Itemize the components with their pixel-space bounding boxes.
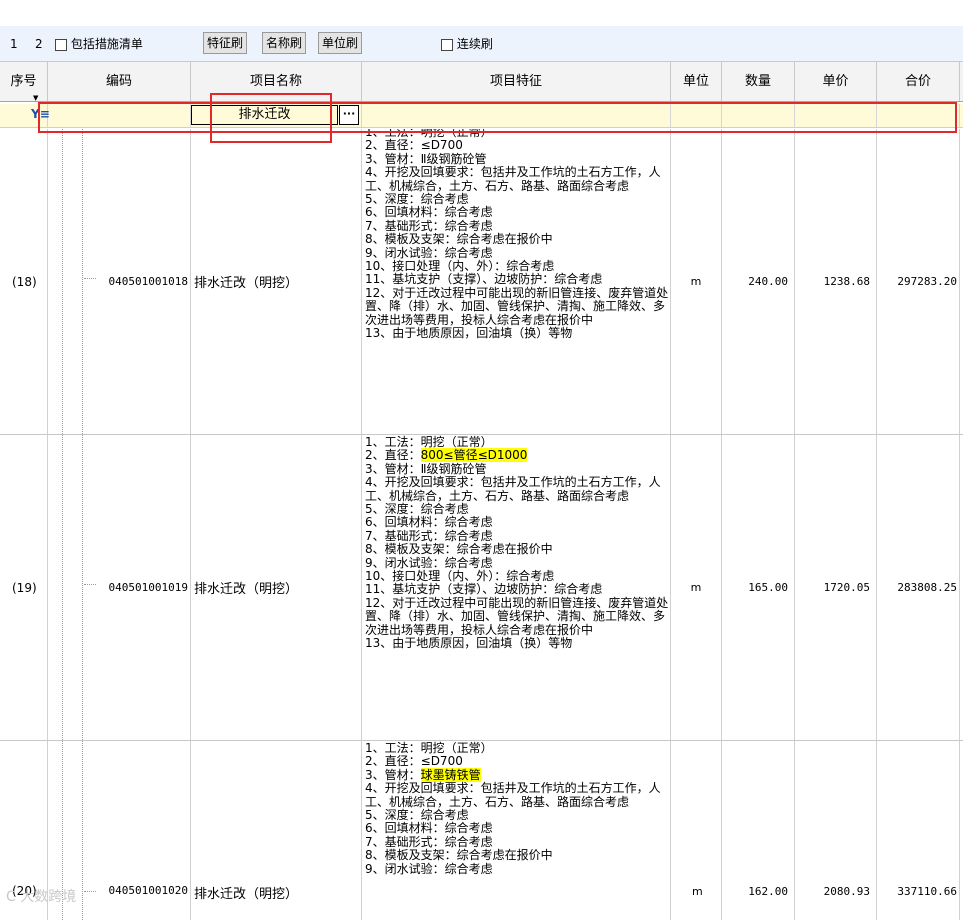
- feature-line: 1、工法：明挖（正常）: [365, 741, 493, 755]
- feature-text: 1、工法：明挖（正常） 2、直径：800≤管径≤D1000 3、管材：Ⅱ级钢筋砼…: [364, 435, 671, 651]
- price-cell: 1720.05: [795, 435, 877, 740]
- feature-rest: 4、开挖及回填要求：包括井及工作坑的土石方工作，人工、机械综合，土方、石方、路基…: [365, 781, 661, 876]
- annotation-box-name: [210, 93, 332, 143]
- checkbox-box[interactable]: [441, 38, 453, 51]
- price-cell-wrap: 2080.93: [795, 741, 877, 920]
- unit-cell: m: [671, 435, 722, 740]
- feature-line: 1、工法：明挖（正常）: [365, 435, 493, 449]
- price-cell: 2080.93: [823, 885, 870, 898]
- toolbar: 1 2 包括措施清单 特征刷 名称刷 单位刷 连续刷: [0, 26, 963, 62]
- unit-cell-wrap: m: [671, 741, 722, 920]
- name-cell: 排水迁改（明挖）: [191, 435, 362, 740]
- qty-cell: 162.00: [748, 885, 788, 898]
- checkbox-box[interactable]: [55, 38, 67, 51]
- col-header-feature[interactable]: 项目特征: [362, 62, 671, 101]
- unit-brush-button[interactable]: 单位刷: [318, 32, 363, 54]
- feature-brush-button[interactable]: 特征刷: [203, 32, 248, 54]
- name-cell-wrap: 排水迁改（明挖）: [191, 741, 362, 920]
- table-row[interactable]: (20) 040501001020 排水迁改（明挖） 1、工法：明挖（正常） 2…: [0, 741, 963, 920]
- col-header-code[interactable]: 编码: [48, 62, 191, 101]
- annotation-box-filter-row: [38, 102, 957, 133]
- qty-cell-wrap: 162.00: [722, 741, 795, 920]
- watermark: C 大数跨境: [6, 889, 77, 905]
- feature-highlight: 球墨铸铁管: [420, 767, 481, 782]
- include-measures-label: 包括措施清单: [70, 37, 143, 51]
- name-brush-button[interactable]: 名称刷: [262, 32, 307, 54]
- table-row[interactable]: (18) 040501001018 排水迁改（明挖） 1、工法：明挖（正常） 2…: [0, 129, 963, 435]
- col-header-total[interactable]: 合价: [877, 62, 960, 101]
- total-cell: 283808.25: [877, 435, 960, 740]
- feature-rest: 4、开挖及回填要求：包括井及工作坑的土石方工作，人工、机械综合，土方、石方、路基…: [365, 475, 669, 651]
- unit-cell: m: [671, 129, 722, 434]
- feature-cell: 1、工法：明挖（正常） 2、直径：≤D700 3、管材：Ⅱ级钢筋砼管 4、开挖及…: [362, 129, 671, 434]
- feature-cell: 1、工法：明挖（正常） 2、直径：≤D700 3、管材：球墨铸铁管 4、开挖及回…: [362, 741, 671, 920]
- qty-cell: 240.00: [722, 129, 795, 434]
- grid-header: 序号 编码 项目名称 项目特征 单位 数量 单价 合价 ▼: [0, 62, 963, 102]
- include-measures-checkbox[interactable]: 包括措施清单: [55, 35, 143, 53]
- name-cell: 排水迁改（明挖）: [191, 129, 362, 434]
- feature-line: 2、直径：≤D700: [365, 754, 463, 769]
- feature-text: 1、工法：明挖（正常） 2、直径：≤D700 3、管材：球墨铸铁管 4、开挖及回…: [364, 741, 671, 876]
- code-cell: 040501001019: [48, 435, 191, 740]
- seq-cell: (19): [0, 435, 48, 740]
- feature-rest: 4、开挖及回填要求：包括井及工作坑的土石方工作，人工、机械综合，土方、石方、路基…: [365, 165, 669, 341]
- feature-line: 2、直径：≤D700: [365, 138, 463, 153]
- feature-line: 3、管材：: [365, 767, 421, 782]
- unit-cell: m: [692, 885, 703, 898]
- feature-line: 3、管材：Ⅱ级钢筋砼管: [365, 151, 487, 166]
- col-header-unit[interactable]: 单位: [671, 62, 722, 101]
- feature-line: 2、直径：: [365, 448, 421, 463]
- table-row[interactable]: (19) 040501001019 排水迁改（明挖） 1、工法：明挖（正常） 2…: [0, 435, 963, 741]
- col-header-qty[interactable]: 数量: [722, 62, 795, 101]
- sort-arrow-icon: ▼: [33, 94, 39, 102]
- continuous-brush-label: 连续刷: [456, 37, 493, 51]
- total-cell: 337110.66: [897, 885, 957, 898]
- continuous-brush-checkbox[interactable]: 连续刷: [441, 35, 493, 53]
- seq-cell: (18): [0, 129, 48, 434]
- level-1-button[interactable]: 1: [10, 35, 18, 53]
- level-2-button[interactable]: 2: [35, 35, 43, 53]
- col-header-price[interactable]: 单价: [795, 62, 877, 101]
- price-cell: 1238.68: [795, 129, 877, 434]
- feature-text: 1、工法：明挖（正常） 2、直径：≤D700 3、管材：Ⅱ级钢筋砼管 4、开挖及…: [364, 129, 671, 341]
- bill-grid: 序号 编码 项目名称 项目特征 单位 数量 单价 合价 ▼ Y≡ 排水迁改 ··…: [0, 62, 963, 920]
- qty-cell: 165.00: [722, 435, 795, 740]
- feature-line: 3、管材：Ⅱ级钢筋砼管: [365, 461, 487, 476]
- feature-cell: 1、工法：明挖（正常） 2、直径：800≤管径≤D1000 3、管材：Ⅱ级钢筋砼…: [362, 435, 671, 740]
- name-cell: 排水迁改（明挖）: [194, 887, 299, 902]
- total-cell-wrap: 337110.66: [877, 741, 960, 920]
- code-cell: 040501001020: [108, 884, 188, 897]
- code-cell: 040501001018: [48, 129, 191, 434]
- feature-highlight: 800≤管径≤D1000: [420, 448, 528, 463]
- col-header-seq[interactable]: 序号: [0, 62, 48, 101]
- total-cell: 297283.20: [877, 129, 960, 434]
